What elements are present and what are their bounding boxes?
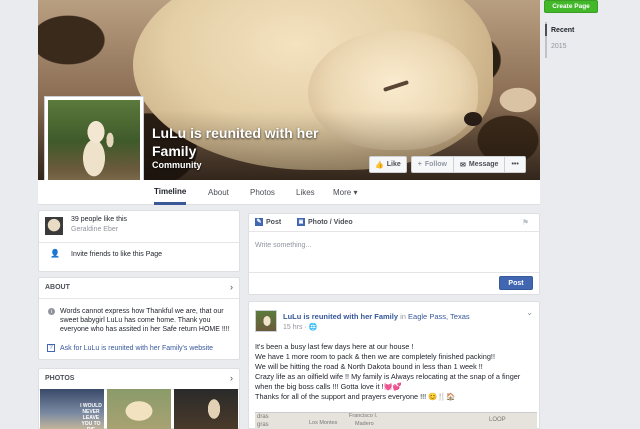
post-line: Crazy life as an oilfield wife !! My fam… bbox=[255, 372, 521, 391]
invite-friends-link[interactable]: Invite friends to like this Page bbox=[71, 251, 162, 258]
map-label: dras bbox=[257, 414, 269, 420]
globe-icon: · 🌐 bbox=[304, 324, 318, 331]
map-label: Francisco I. bbox=[349, 413, 378, 419]
photo-thumbnail[interactable]: I WOULD NEVER LEAVE YOU TO DIE bbox=[40, 389, 104, 429]
invite-icon: 👤 bbox=[50, 249, 60, 258]
map-label: gras bbox=[257, 422, 269, 428]
post-line: We have 1 more room to pack & then we ar… bbox=[255, 352, 495, 361]
like-button[interactable]: 👍 Like bbox=[369, 156, 407, 173]
location-link[interactable]: Eagle Pass, Texas bbox=[408, 312, 470, 321]
about-description: Words cannot express how Thankful we are… bbox=[60, 308, 230, 333]
post-line: It's been a busy last few days here at o… bbox=[255, 342, 414, 351]
tab-more[interactable]: More ▾ bbox=[333, 180, 357, 205]
feed-post: LuLu is reunited with her Family in Eagl… bbox=[248, 301, 540, 429]
tab-likes[interactable]: Likes bbox=[296, 180, 315, 205]
photo-caption: I WOULD NEVER LEAVE YOU TO DIE bbox=[80, 403, 102, 429]
post-line: We will be hitting the road & North Dako… bbox=[255, 362, 483, 371]
profile-dog-image bbox=[48, 100, 140, 192]
message-icon: ✉ bbox=[460, 161, 466, 169]
post-composer: ✎ Post ▣ Photo / Video ⚑ Write something… bbox=[248, 213, 540, 295]
author-avatar[interactable] bbox=[255, 310, 277, 332]
post-tab[interactable]: ✎ Post bbox=[255, 218, 281, 226]
likes-count[interactable]: 39 people like this bbox=[71, 216, 127, 223]
year-recent[interactable]: Recent bbox=[551, 27, 574, 34]
follow-message-group: + Follow ✉ Message ••• bbox=[410, 156, 526, 173]
message-button[interactable]: ✉ Message bbox=[453, 157, 504, 172]
about-card: ABOUT › i Words cannot express how Thank… bbox=[38, 277, 240, 360]
photo-thumbnail[interactable] bbox=[107, 389, 171, 429]
divider bbox=[249, 272, 539, 273]
post-body: It's been a busy last few days here at o… bbox=[255, 342, 539, 402]
post-tab-label: Post bbox=[266, 218, 282, 226]
post-options-chevron-icon[interactable]: ⌄ bbox=[526, 308, 533, 317]
plus-icon: + bbox=[417, 161, 422, 168]
tab-photos[interactable]: Photos bbox=[250, 180, 275, 205]
photo-video-tab[interactable]: ▣ Photo / Video bbox=[297, 218, 353, 226]
page-category[interactable]: Community bbox=[152, 160, 202, 170]
follow-button[interactable]: + Follow bbox=[412, 157, 453, 172]
chevron-right-icon[interactable]: › bbox=[230, 282, 233, 292]
cover-actions: 👍 Like + Follow ✉ Message ••• bbox=[369, 156, 526, 173]
photos-header[interactable]: PHOTOS bbox=[45, 375, 74, 382]
location-prefix: in bbox=[400, 312, 406, 321]
ask-website-link[interactable]: Ask for LuLu is reunited with her Family… bbox=[60, 345, 213, 352]
like-label: Like bbox=[386, 161, 401, 168]
post-header: LuLu is reunited with her Family in Eagl… bbox=[283, 312, 470, 321]
tab-about[interactable]: About bbox=[208, 180, 229, 205]
author-name[interactable]: LuLu is reunited with her Family bbox=[283, 312, 398, 321]
post-button[interactable]: Post bbox=[499, 276, 533, 290]
more-options-button[interactable]: ••• bbox=[504, 157, 524, 172]
map-label: Los Montes bbox=[309, 420, 338, 426]
thumbs-up-icon: 👍 bbox=[375, 161, 384, 169]
location-map[interactable]: dras gras Francisco I. Madero Los Montes… bbox=[255, 412, 537, 429]
map-label: Madero bbox=[355, 421, 374, 427]
page-title[interactable]: LuLu is reunited with her Family bbox=[152, 124, 362, 160]
create-page-button[interactable]: Create Page bbox=[544, 0, 598, 13]
map-label: LOOP bbox=[489, 417, 506, 423]
liker-avatar[interactable] bbox=[45, 217, 63, 235]
page-nav: Timeline About Photos Likes More ▾ bbox=[38, 180, 540, 205]
post-line: Thanks for all of the support and prayer… bbox=[255, 392, 456, 401]
flag-icon[interactable]: ⚑ bbox=[522, 218, 529, 227]
divider bbox=[39, 298, 239, 299]
right-sidebar bbox=[540, 0, 640, 429]
follow-label: Follow bbox=[424, 161, 447, 168]
photo-thumbnail[interactable] bbox=[174, 389, 238, 429]
liker-name[interactable]: Geraldine Eber bbox=[71, 226, 118, 233]
composer-tabs: ✎ Post ▣ Photo / Video ⚑ bbox=[249, 214, 539, 232]
post-meta: 15 hrs · 🌐 bbox=[283, 323, 317, 331]
chevron-right-icon[interactable]: › bbox=[230, 373, 233, 383]
post-time[interactable]: 15 hrs bbox=[283, 324, 302, 331]
question-icon: ? bbox=[47, 344, 55, 352]
year-2015[interactable]: 2015 bbox=[551, 43, 567, 50]
photo-video-label: Photo / Video bbox=[308, 218, 353, 226]
likes-card: 39 people like this Geraldine Eber 👤 Inv… bbox=[38, 210, 240, 272]
divider bbox=[39, 242, 239, 243]
year-scrubber-active bbox=[545, 24, 547, 36]
about-header[interactable]: ABOUT bbox=[45, 284, 70, 291]
tab-timeline[interactable]: Timeline bbox=[154, 180, 187, 205]
camera-icon: ▣ bbox=[297, 218, 305, 226]
pencil-icon: ✎ bbox=[255, 218, 263, 226]
composer-input[interactable]: Write something... bbox=[255, 242, 311, 249]
info-icon: i bbox=[48, 308, 55, 315]
message-label: Message bbox=[468, 161, 499, 168]
